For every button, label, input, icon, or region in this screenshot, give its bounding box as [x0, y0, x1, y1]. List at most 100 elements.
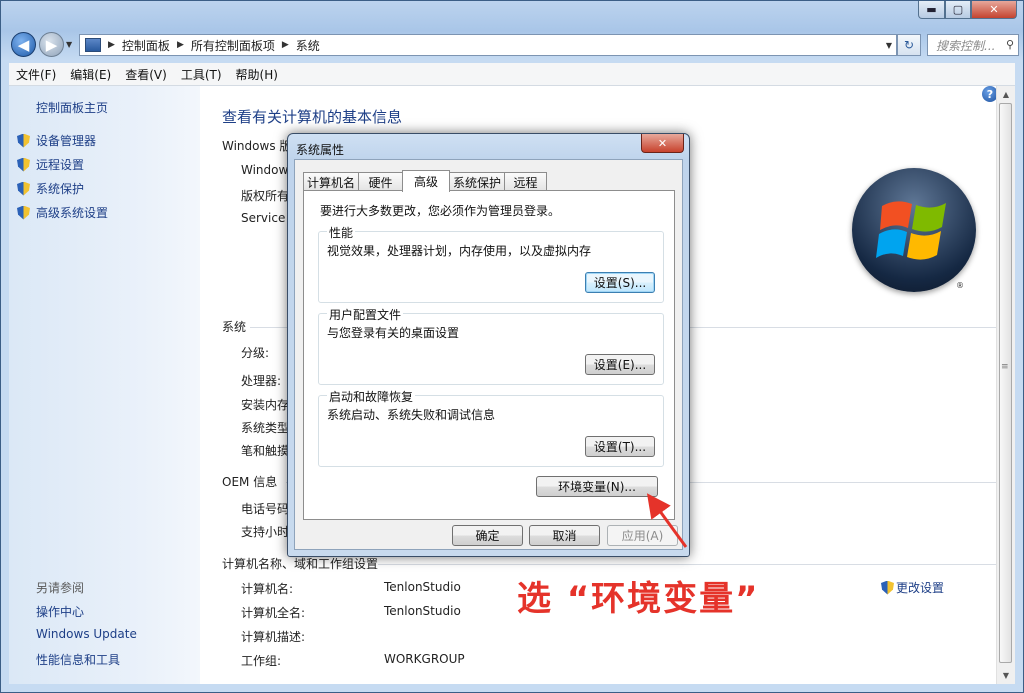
address-bar[interactable]: ▶ 控制面板 ▶ 所有控制面板项 ▶ 系统 ▼: [79, 34, 897, 56]
menu-bar: 文件(F) 编辑(E) 查看(V) 工具(T) 帮助(H): [9, 63, 1015, 86]
close-button[interactable]: ✕: [971, 1, 1017, 19]
action-center-link[interactable]: 操作中心: [36, 603, 84, 620]
task-label: 高级系统设置: [36, 206, 109, 220]
windows-logo: [852, 168, 976, 292]
user-profiles-group: 用户配置文件 与您登录有关的桌面设置 设置(E)...: [318, 306, 664, 385]
environment-variables-button[interactable]: 环境变量(N)...: [536, 476, 658, 497]
breadcrumb-system[interactable]: 系统: [296, 37, 320, 54]
dialog-title: 系统属性: [296, 143, 345, 157]
group-description: 系统启动、系统失败和调试信息: [327, 408, 496, 422]
change-settings-link[interactable]: 更改设置: [881, 579, 944, 596]
computer-name-label: 计算机名:: [241, 582, 294, 596]
menu-help[interactable]: 帮助(H): [229, 66, 285, 83]
windows-edition-heading: Windows 版: [222, 139, 292, 153]
device-manager-link[interactable]: 设备管理器: [17, 132, 96, 149]
vertical-scrollbar[interactable]: ▲ ≡ ▼: [996, 86, 1015, 684]
window-caption-buttons: ▬ ▢ ✕: [918, 1, 1017, 19]
rating-row-label: 分级:: [241, 346, 270, 360]
admin-note: 要进行大多数更改，您必须作为管理员登录。: [320, 204, 561, 218]
tab-computer-name[interactable]: 计算机名: [303, 172, 359, 191]
task-label: 远程设置: [36, 158, 85, 172]
system-properties-dialog: 系统属性 ✕ 计算机名 硬件 高级 系统保护 远程 要进行大多数更改，您必须作为…: [287, 133, 690, 557]
uac-shield-icon: [17, 205, 30, 220]
menu-tools[interactable]: 工具(T): [174, 66, 229, 83]
tab-hardware[interactable]: 硬件: [358, 172, 403, 191]
windows-flag-icon: [876, 201, 946, 260]
tab-system-protection[interactable]: 系统保护: [449, 172, 505, 191]
tab-remote[interactable]: 远程: [504, 172, 547, 191]
recent-pages-dropdown-icon[interactable]: ▼: [66, 40, 72, 49]
scroll-up-icon[interactable]: ▲: [997, 86, 1015, 103]
task-label: 系统保护: [36, 182, 85, 196]
uac-shield-icon: [17, 133, 30, 148]
system-protection-link[interactable]: 系统保护: [17, 180, 84, 197]
minimize-button[interactable]: ▬: [918, 1, 945, 19]
user-profiles-settings-button[interactable]: 设置(E)...: [585, 354, 655, 375]
forward-button[interactable]: ▶: [39, 32, 64, 57]
breadcrumb-chevron-icon[interactable]: ▶: [177, 40, 184, 50]
control-panel-icon: [85, 38, 101, 52]
computer-description-label: 计算机描述:: [241, 630, 306, 644]
computer-name-heading: 计算机名称、域和工作组设置: [222, 557, 379, 571]
control-panel-home-link[interactable]: 控制面板主页: [36, 99, 108, 116]
ok-button[interactable]: 确定: [452, 525, 523, 546]
breadcrumb-chevron-icon[interactable]: ▶: [282, 40, 289, 50]
remote-settings-link[interactable]: 远程设置: [17, 156, 84, 173]
memory-row-label: 安装内存(: [241, 398, 294, 412]
tab-advanced[interactable]: 高级: [402, 170, 450, 192]
menu-file[interactable]: 文件(F): [9, 66, 63, 83]
performance-group: 性能 视觉效果，处理器计划，内存使用，以及虚拟内存 设置(S)...: [318, 224, 664, 303]
breadcrumb-all-items[interactable]: 所有控制面板项: [191, 37, 275, 54]
menu-view[interactable]: 查看(V): [118, 66, 174, 83]
system-heading: 系统: [222, 320, 247, 334]
change-settings-label: 更改设置: [896, 581, 945, 595]
scrollbar-grip-icon: ≡: [1001, 362, 1009, 372]
navigation-bar: ◀ ▶ ▼ ▶ 控制面板 ▶ 所有控制面板项 ▶ 系统 ▼ ↻ 搜索控制... …: [9, 31, 1019, 59]
processor-row-label: 处理器:: [241, 374, 282, 388]
group-title: 用户配置文件: [327, 306, 404, 323]
advanced-tab-panel: 要进行大多数更改，您必须作为管理员登录。 性能 视觉效果，处理器计划，内存使用，…: [303, 190, 675, 520]
group-title: 启动和故障恢复: [327, 388, 416, 405]
back-button[interactable]: ◀: [11, 32, 36, 57]
advanced-system-settings-link[interactable]: 高级系统设置: [17, 204, 108, 221]
search-placeholder: 搜索控制...: [936, 38, 996, 53]
breadcrumb-chevron-icon[interactable]: ▶: [108, 40, 115, 50]
search-input[interactable]: 搜索控制... ⚲: [927, 34, 1019, 56]
apply-button[interactable]: 应用(A): [607, 525, 678, 546]
group-title: 性能: [327, 224, 356, 241]
address-dropdown-icon[interactable]: ▼: [886, 41, 892, 50]
oem-heading: OEM 信息: [222, 475, 278, 489]
maximize-button[interactable]: ▢: [945, 1, 971, 19]
section-divider: [378, 564, 997, 565]
workgroup-value: WORKGROUP: [384, 652, 465, 666]
task-label: 设备管理器: [36, 134, 97, 148]
full-computer-name-value: TenlonStudio: [384, 604, 461, 618]
startup-recovery-settings-button[interactable]: 设置(T)...: [585, 436, 655, 457]
dialog-close-button[interactable]: ✕: [641, 134, 684, 153]
computer-name-value: TenlonStudio: [384, 580, 461, 594]
uac-shield-icon: [881, 580, 894, 595]
group-description: 与您登录有关的桌面设置: [327, 326, 460, 340]
windows-update-link[interactable]: Windows Update: [36, 627, 137, 641]
full-computer-name-label: 计算机全名:: [241, 606, 306, 620]
refresh-button[interactable]: ↻: [897, 34, 921, 56]
menu-edit[interactable]: 编辑(E): [63, 66, 118, 83]
scroll-down-icon[interactable]: ▼: [997, 667, 1015, 684]
copyright-row-label: 版权所有: [241, 189, 290, 203]
pen-touch-row-label: 笔和触摸:: [241, 444, 294, 458]
breadcrumb-control-panel[interactable]: 控制面板: [122, 37, 170, 54]
phone-row-label: 电话号码: [241, 502, 290, 516]
dialog-body: 计算机名 硬件 高级 系统保护 远程 要进行大多数更改，您必须作为管理员登录。 …: [294, 159, 683, 550]
left-task-pane: 控制面板主页 设备管理器 远程设置 系统保护 高级系统设置 另请参阅 操作中心 …: [9, 86, 200, 684]
search-icon[interactable]: ⚲: [1006, 38, 1014, 51]
group-description: 视觉效果，处理器计划，内存使用，以及虚拟内存: [327, 244, 592, 258]
performance-info-link[interactable]: 性能信息和工具: [36, 651, 120, 668]
uac-shield-icon: [17, 157, 30, 172]
annotation-caption: 选 “环境变量”: [517, 579, 760, 619]
performance-settings-button[interactable]: 设置(S)...: [585, 272, 655, 293]
scrollbar-thumb[interactable]: [999, 103, 1012, 663]
uac-shield-icon: [17, 181, 30, 196]
workgroup-label: 工作组:: [241, 654, 282, 668]
see-also-heading: 另请参阅: [36, 581, 85, 595]
cancel-button[interactable]: 取消: [529, 525, 600, 546]
